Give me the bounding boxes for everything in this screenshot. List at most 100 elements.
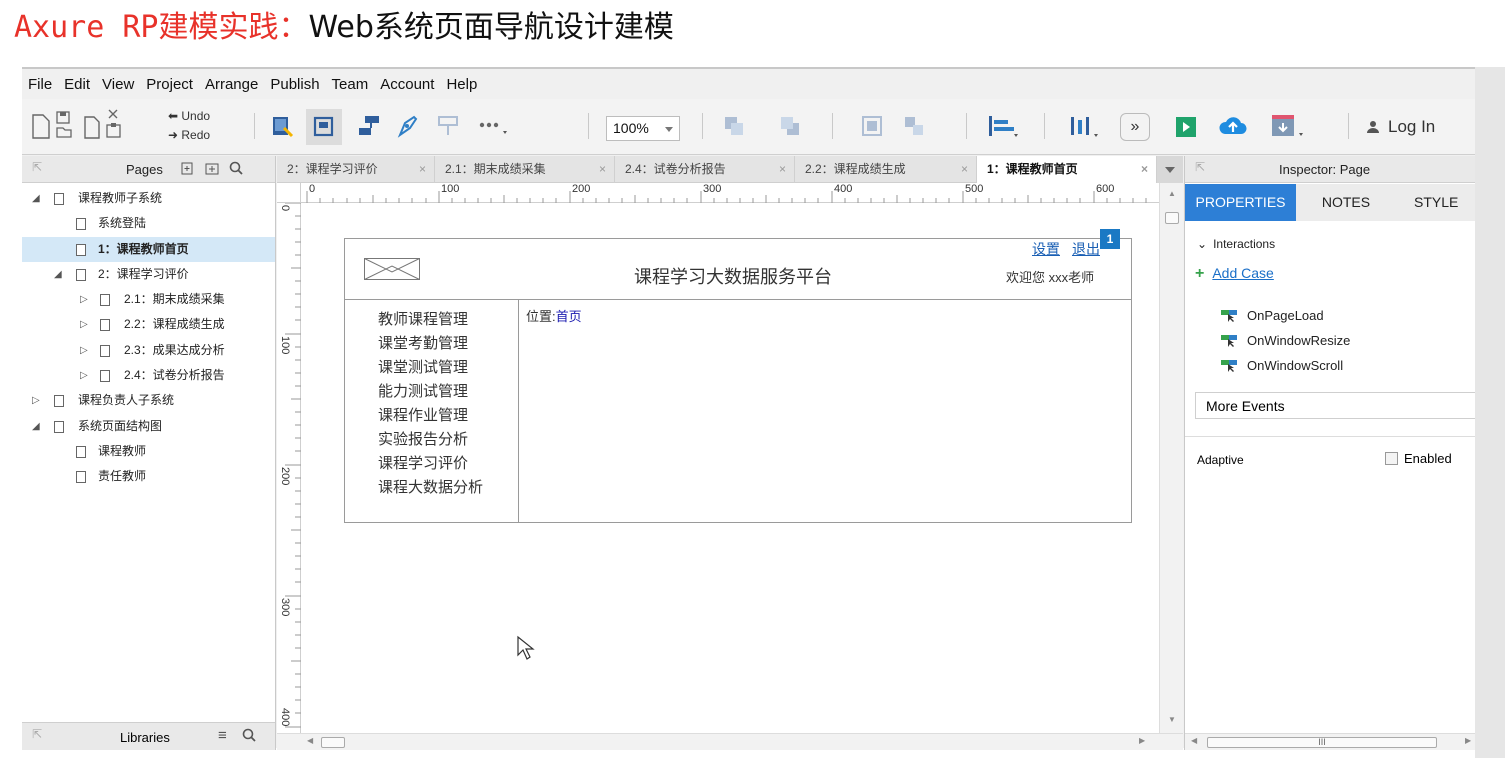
menu-edit[interactable]: Edit [58, 76, 96, 93]
scroll-up-icon[interactable]: ▲ [1168, 189, 1176, 198]
tab-page-active[interactable]: 1：课程教师首页 × [977, 156, 1157, 183]
scrollbar-thumb[interactable] [1165, 212, 1179, 224]
add-folder-icon[interactable] [204, 160, 220, 176]
tree-item[interactable]: ◢ 课程教师子系统 [22, 186, 275, 211]
selection-mode-icon[interactable] [270, 114, 294, 140]
menu-team[interactable]: Team [326, 76, 375, 93]
publish-cloud-icon[interactable] [1218, 113, 1248, 139]
horizontal-scrollbar[interactable]: ◀ III ▶ [1185, 733, 1475, 750]
expand-arrow-icon[interactable]: ◢ [32, 414, 40, 439]
menu-icon[interactable]: ≡ [218, 727, 227, 744]
tab-page[interactable]: 2：课程学习评价 × [277, 156, 435, 183]
more-tools-icon[interactable] [476, 115, 510, 137]
add-case-button[interactable]: + Add Case [1195, 265, 1274, 283]
event-item[interactable]: OnWindowResize [1221, 333, 1350, 348]
new-file-icon[interactable] [30, 111, 52, 141]
tree-item[interactable]: 系统登陆 [22, 211, 275, 236]
nav-item[interactable]: 教师课程管理 [378, 308, 468, 329]
close-icon[interactable]: × [779, 156, 786, 183]
wireframe-header[interactable]: 课程学习大数据服务平台 设置 退出 欢迎您 xxx老师 1 [345, 229, 1131, 300]
scroll-left-icon[interactable]: ◀ [307, 736, 313, 745]
menu-account[interactable]: Account [374, 76, 440, 93]
tree-item[interactable]: ▷ 2.1：期末成绩采集 [22, 287, 275, 312]
menu-arrange[interactable]: Arrange [199, 76, 264, 93]
save-open-icon[interactable] [54, 109, 74, 139]
design-canvas[interactable]: 课程学习大数据服务平台 设置 退出 欢迎您 xxx老师 1 教师课程管理 课堂考勤… [301, 203, 1159, 733]
expand-arrow-icon[interactable]: ▷ [80, 312, 88, 337]
distribute-icon[interactable] [1068, 114, 1102, 138]
close-icon[interactable]: × [419, 156, 426, 183]
scroll-right-icon[interactable]: ▶ [1465, 736, 1471, 745]
nav-item[interactable]: 课程学习评价 [378, 452, 468, 473]
horizontal-scrollbar[interactable]: ◀ ▶ [277, 733, 1183, 750]
vertical-scrollbar[interactable]: ▲ ▼ [1159, 183, 1183, 733]
bring-front-icon[interactable] [722, 114, 746, 138]
tab-page[interactable]: 2.2：课程成绩生成 × [795, 156, 977, 183]
menu-view[interactable]: View [96, 76, 140, 93]
add-page-icon[interactable] [180, 160, 196, 176]
close-icon[interactable]: × [961, 156, 968, 183]
more-events-dropdown[interactable]: More Events [1195, 392, 1476, 419]
expand-arrow-icon[interactable]: ▷ [32, 388, 40, 413]
tab-notes[interactable]: NOTES [1296, 184, 1396, 221]
search-icon[interactable] [241, 727, 257, 743]
scroll-down-icon[interactable]: ▼ [1168, 715, 1176, 724]
format-painter-icon[interactable] [436, 113, 462, 139]
redo-button[interactable]: ➜ Redo [168, 126, 210, 145]
tab-list-dropdown-icon[interactable] [1157, 156, 1183, 183]
nav-item[interactable]: 课程大数据分析 [378, 476, 483, 497]
search-icon[interactable] [228, 160, 244, 176]
pin-icon[interactable]: ⇱ [32, 727, 42, 741]
zoom-select[interactable]: 100% [606, 116, 680, 141]
tree-item[interactable]: ▷ 2.3：成果达成分析 [22, 338, 275, 363]
nav-item[interactable]: 课程作业管理 [378, 404, 468, 425]
tab-page[interactable]: 2.4：试卷分析报告 × [615, 156, 795, 183]
menu-project[interactable]: Project [140, 76, 199, 93]
expand-arrow-icon[interactable]: ▷ [80, 338, 88, 363]
expand-arrow-icon[interactable]: ◢ [32, 186, 40, 211]
scrollbar-thumb[interactable]: III [1207, 737, 1437, 748]
checkbox[interactable] [1385, 452, 1398, 465]
close-icon[interactable]: × [599, 156, 606, 183]
tree-item[interactable]: ▷ 2.4：试卷分析报告 [22, 363, 275, 388]
tree-item[interactable]: ◢ 2：课程学习评价 [22, 262, 275, 287]
nav-item[interactable]: 能力测试管理 [378, 380, 468, 401]
settings-link[interactable]: 设置 [1032, 241, 1060, 257]
home-link[interactable]: 首页 [556, 309, 582, 324]
interaction-badge[interactable]: 1 [1100, 229, 1120, 249]
expand-arrow-icon[interactable]: ◢ [54, 262, 62, 287]
ungroup-icon[interactable] [902, 114, 926, 138]
adaptive-enabled-checkbox[interactable]: Enabled [1385, 451, 1452, 466]
event-item[interactable]: OnWindowScroll [1221, 358, 1343, 373]
tree-item[interactable]: 课程教师 [22, 439, 275, 464]
image-placeholder-icon[interactable] [364, 258, 420, 280]
tree-item[interactable]: ▷ 课程负责人子系统 [22, 388, 275, 413]
undo-button[interactable]: ⬅ Undo [168, 107, 210, 126]
tab-properties[interactable]: PROPERTIES [1185, 184, 1296, 221]
tree-item[interactable]: ▷ 2.2：课程成绩生成 [22, 312, 275, 337]
connector-icon[interactable] [356, 113, 382, 139]
pen-icon[interactable] [394, 113, 420, 139]
close-icon[interactable]: × [1141, 156, 1148, 183]
nav-item[interactable]: 实验报告分析 [378, 428, 468, 449]
preview-icon[interactable] [1174, 115, 1198, 139]
group-icon[interactable] [860, 114, 884, 138]
expand-arrow-icon[interactable]: ▷ [80, 363, 88, 388]
tree-item[interactable]: ◢ 系统页面结构图 [22, 414, 275, 439]
expand-arrow-icon[interactable]: ▷ [80, 287, 88, 312]
menu-publish[interactable]: Publish [264, 76, 325, 93]
menu-help[interactable]: Help [440, 76, 483, 93]
scroll-left-icon[interactable]: ◀ [1191, 736, 1197, 745]
send-back-icon[interactable] [778, 114, 802, 138]
expand-toolbar-icon[interactable]: » [1120, 113, 1150, 141]
connector-mode-icon[interactable] [306, 109, 342, 145]
scroll-right-icon[interactable]: ▶ [1139, 736, 1145, 745]
logout-link[interactable]: 退出 [1072, 241, 1100, 257]
scrollbar-thumb[interactable] [321, 737, 345, 748]
tree-item[interactable]: 责任教师 [22, 464, 275, 489]
generate-icon[interactable] [1270, 113, 1308, 139]
nav-item[interactable]: 课堂考勤管理 [378, 332, 468, 353]
pin-icon[interactable]: ⇱ [1195, 160, 1205, 174]
login-button[interactable]: Log In [1366, 117, 1435, 137]
tree-item-selected[interactable]: 1：课程教师首页 [22, 236, 275, 262]
